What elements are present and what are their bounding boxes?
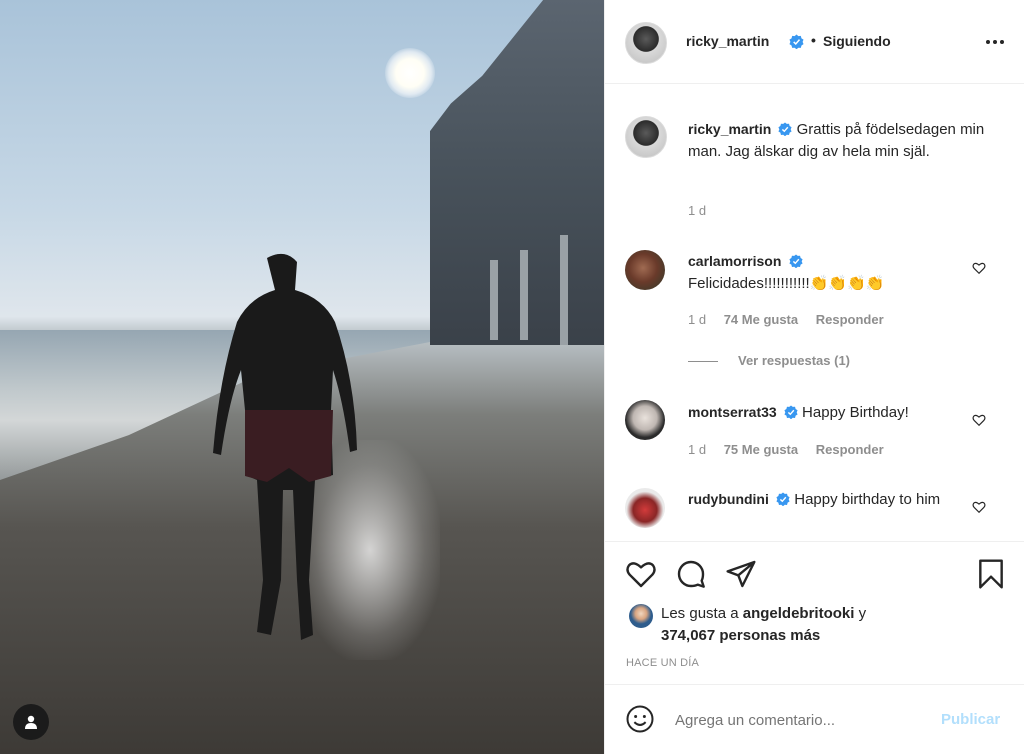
like-comment-heart-icon[interactable] bbox=[972, 413, 986, 427]
building-pillar bbox=[560, 235, 568, 345]
reply-button[interactable]: Responder bbox=[816, 312, 884, 327]
share-paper-plane-icon[interactable] bbox=[725, 558, 757, 590]
man-silhouette bbox=[213, 253, 357, 641]
save-bookmark-icon[interactable] bbox=[975, 558, 1007, 590]
comment-body: montserrat33 Happy Birthday! bbox=[688, 401, 968, 424]
view-replies-button[interactable]: Ver respuestas (1) bbox=[738, 353, 850, 368]
like-heart-icon[interactable] bbox=[625, 558, 657, 590]
comment-text: Happy birthday to him bbox=[794, 491, 941, 508]
commenter-avatar[interactable] bbox=[625, 250, 665, 290]
commenter-avatar[interactable] bbox=[625, 400, 665, 440]
building-pillar bbox=[490, 260, 498, 340]
tagged-users-button[interactable] bbox=[13, 704, 49, 740]
sun bbox=[385, 48, 435, 98]
beach-building bbox=[430, 0, 604, 345]
emoji-smiley-icon[interactable] bbox=[625, 704, 655, 734]
comment-username[interactable]: montserrat33 bbox=[688, 404, 777, 420]
author-avatar[interactable] bbox=[625, 22, 667, 64]
comment-bubble-icon[interactable] bbox=[675, 558, 707, 590]
caption-time[interactable]: 1 d bbox=[688, 203, 706, 218]
comment-likes[interactable]: 74 Me gusta bbox=[724, 312, 798, 327]
post-panel: ricky_martin • Siguiendo ricky_martin Gr… bbox=[604, 0, 1024, 754]
comment-likes[interactable]: 75 Me gusta bbox=[724, 442, 798, 457]
comment-form: Publicar bbox=[605, 684, 1024, 754]
more-horizontal-icon[interactable] bbox=[985, 37, 1005, 47]
comment-username[interactable]: carlamorrison bbox=[688, 253, 781, 269]
replies-divider bbox=[688, 361, 718, 362]
likes-prefix: Les gusta a bbox=[661, 605, 739, 622]
commenter-avatar[interactable] bbox=[625, 488, 665, 528]
comment-text: Felicidades!!!!!!!!!!!👏👏👏👏 bbox=[688, 275, 885, 292]
post-timestamp[interactable]: HACE UN DÍA bbox=[626, 657, 699, 669]
liker-avatar[interactable] bbox=[629, 604, 653, 628]
verified-badge-icon bbox=[778, 122, 793, 136]
comment-input[interactable] bbox=[675, 709, 925, 731]
likes-conjunction: y bbox=[858, 605, 867, 622]
likes-summary: Les gusta a angeldebritooki y 374,067 pe… bbox=[661, 603, 1001, 647]
likes-others-link[interactable]: 374,067 personas más bbox=[661, 627, 820, 644]
caption-avatar[interactable] bbox=[625, 116, 667, 158]
comment-meta: 1 d 75 Me gusta Responder bbox=[688, 442, 884, 457]
post-photo[interactable] bbox=[0, 0, 604, 754]
comment-time[interactable]: 1 d bbox=[688, 442, 706, 457]
verified-badge-icon bbox=[789, 34, 804, 49]
comment-username[interactable]: rudybundini bbox=[688, 491, 769, 507]
following-button[interactable]: Siguiendo bbox=[823, 33, 891, 49]
post-header: ricky_martin • Siguiendo bbox=[605, 0, 1024, 84]
caption: ricky_martin Grattis på födelsedagen min… bbox=[688, 118, 998, 163]
user-icon bbox=[25, 715, 37, 729]
publish-button[interactable]: Publicar bbox=[941, 711, 1000, 728]
verified-badge-icon bbox=[788, 254, 803, 268]
caption-username[interactable]: ricky_martin bbox=[688, 121, 771, 137]
comments-list[interactable]: ricky_martin Grattis på födelsedagen min… bbox=[605, 84, 1024, 542]
liker-username[interactable]: angeldebritooki bbox=[743, 605, 855, 622]
comment-text: Happy Birthday! bbox=[802, 404, 909, 421]
verified-badge-icon bbox=[776, 492, 790, 506]
comment-time[interactable]: 1 d bbox=[688, 312, 706, 327]
like-comment-heart-icon[interactable] bbox=[972, 261, 986, 275]
verified-badge-icon bbox=[784, 405, 798, 419]
like-comment-heart-icon[interactable] bbox=[972, 500, 986, 514]
comment-body: carlamorrison Felicidades!!!!!!!!!!!👏👏👏👏 bbox=[688, 250, 958, 295]
comment-meta: 1 d 74 Me gusta Responder bbox=[688, 312, 884, 327]
comment-body: rudybundini Happy birthday to him bbox=[688, 488, 948, 511]
author-username[interactable]: ricky_martin bbox=[686, 33, 769, 49]
reply-button[interactable]: Responder bbox=[816, 442, 884, 457]
building-pillar bbox=[520, 250, 528, 340]
follow-separator: • bbox=[811, 32, 816, 48]
